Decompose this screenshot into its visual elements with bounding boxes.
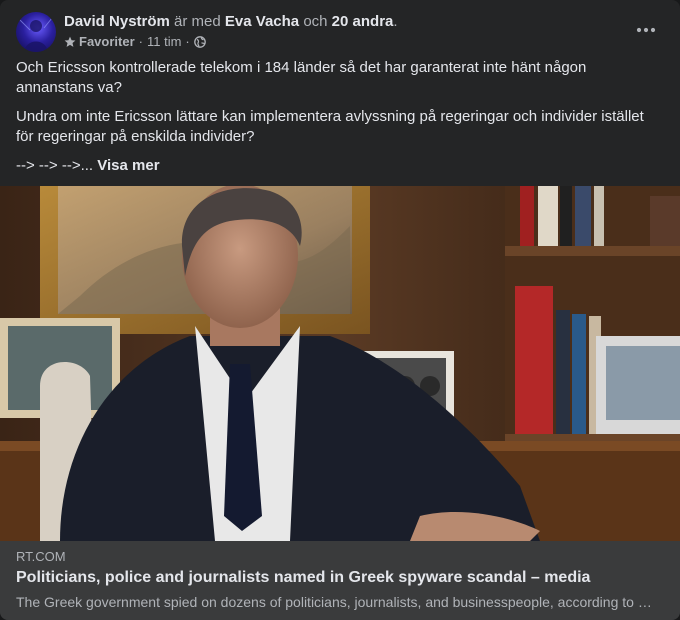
post-paragraph-1: Och Ericsson kontrollerade telekom i 184… bbox=[16, 59, 587, 96]
meta-separator: · bbox=[138, 34, 143, 49]
feed-post: David Nyström är med Eva Vacha och 20 an… bbox=[0, 0, 680, 620]
author-avatar[interactable] bbox=[16, 12, 56, 52]
see-more-link[interactable]: Visa mer bbox=[97, 157, 159, 174]
post-paragraph-3: --> --> -->... Visa mer bbox=[16, 156, 664, 176]
link-preview-image[interactable] bbox=[0, 186, 680, 541]
post-paragraph-2: Undra om inte Ericsson lättare kan imple… bbox=[16, 108, 644, 145]
globe-icon[interactable] bbox=[193, 36, 206, 48]
post-meta: Favoriter · 11 tim · bbox=[64, 34, 206, 50]
avatar-figure-icon bbox=[19, 17, 53, 52]
tagged-person-link[interactable]: Eva Vacha bbox=[225, 13, 299, 30]
link-description: The Greek government spied on dozens of … bbox=[16, 594, 656, 610]
post-paragraph-3-prefix: --> --> -->... bbox=[16, 157, 98, 174]
author-name[interactable]: David Nyström bbox=[64, 13, 170, 30]
post-timestamp[interactable]: 11 tim bbox=[147, 34, 181, 50]
star-icon bbox=[64, 36, 76, 48]
with-text: är med bbox=[174, 13, 221, 30]
meta-separator-2: · bbox=[185, 34, 190, 49]
headline-period: . bbox=[393, 13, 398, 30]
post-text: Och Ericsson kontrollerade telekom i 184… bbox=[16, 58, 664, 185]
post-headline: David Nyström är med Eva Vacha och 20 an… bbox=[64, 12, 398, 31]
and-text: och bbox=[303, 13, 328, 30]
link-title[interactable]: Politicians, police and journalists name… bbox=[16, 569, 590, 587]
link-domain: RT.COM bbox=[16, 549, 66, 564]
audience-label[interactable]: Favoriter bbox=[79, 34, 135, 50]
link-preview-footer[interactable]: RT.COM Politicians, police and journalis… bbox=[0, 541, 680, 620]
more-horizontal-icon bbox=[636, 27, 656, 33]
post-header: David Nyström är med Eva Vacha och 20 an… bbox=[16, 12, 664, 52]
others-link[interactable]: 20 andra bbox=[332, 13, 394, 30]
portrait-photo bbox=[0, 186, 680, 541]
post-options-button[interactable] bbox=[628, 12, 664, 48]
